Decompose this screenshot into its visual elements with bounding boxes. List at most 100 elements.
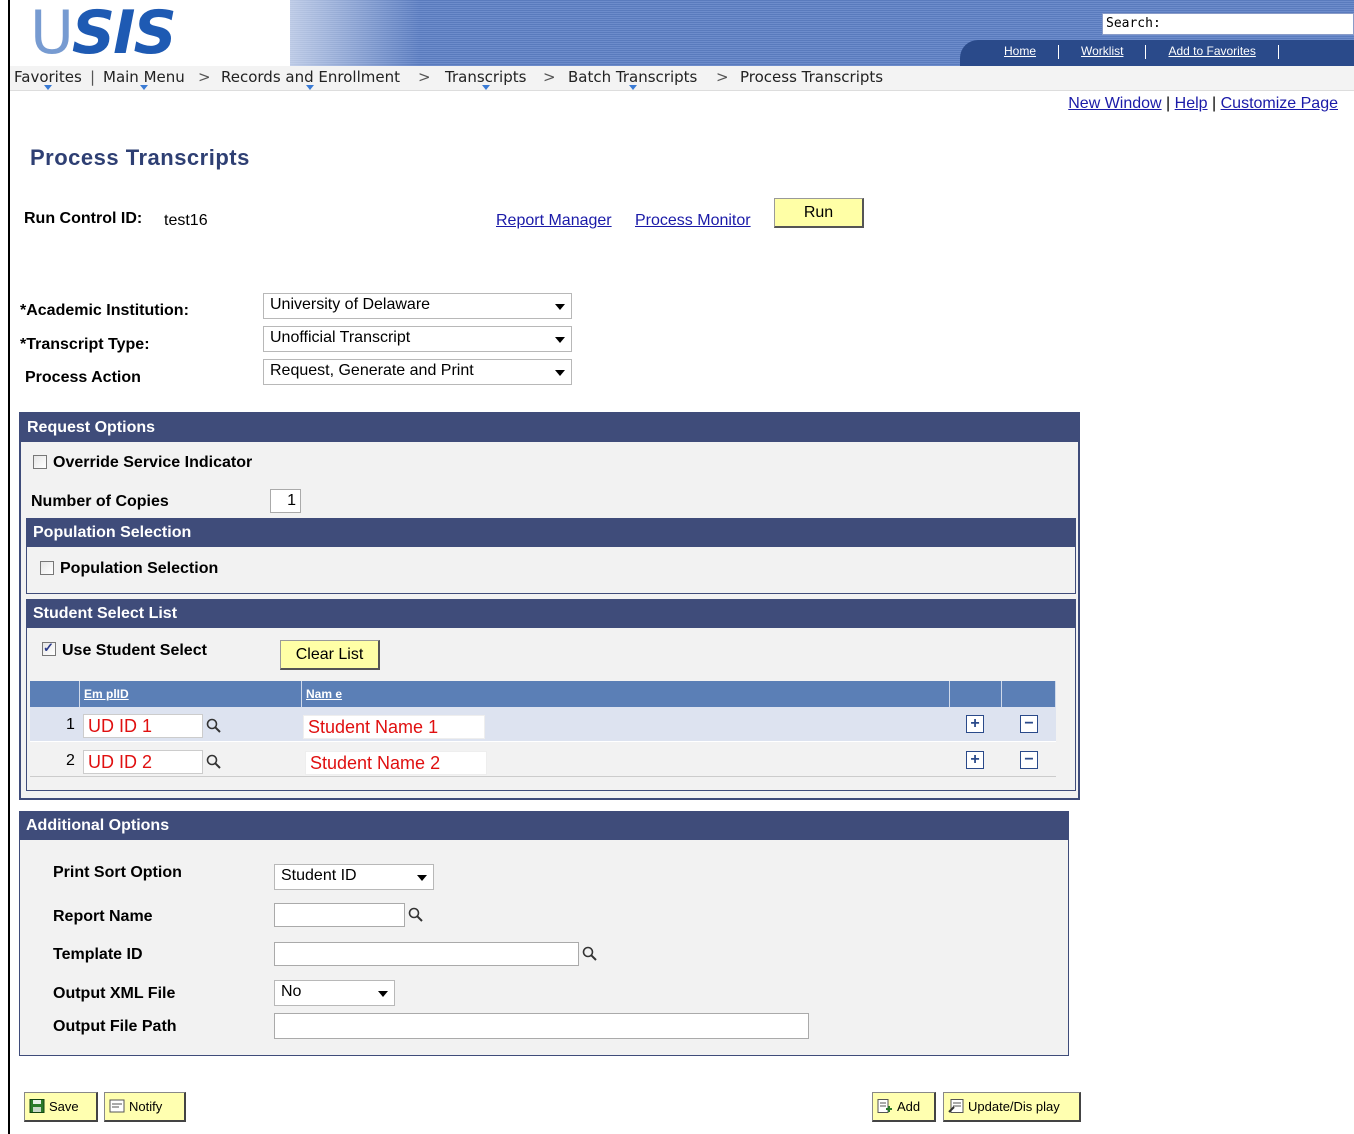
chevron-down-icon <box>306 85 315 90</box>
output-xml-select[interactable]: No <box>274 980 395 1006</box>
run-control-value: test16 <box>164 212 208 229</box>
student-select-header: Student Select List <box>27 600 1075 628</box>
dropdown-arrow-icon <box>378 991 388 997</box>
emplid-column-header[interactable]: Em plID <box>80 681 302 707</box>
delete-row-minus-icon[interactable]: − <box>1020 751 1038 769</box>
run-control-label: Run Control ID: <box>24 210 143 227</box>
student-grid-header: Em plID Nam e <box>30 681 1056 707</box>
lookup-magnifier-icon[interactable] <box>206 718 222 734</box>
add-to-favorites-link[interactable]: Add to Favorites <box>1168 44 1255 58</box>
use-student-select-label: Use Student Select <box>62 642 207 659</box>
row-number: 2 <box>66 752 75 769</box>
add-row-plus-icon[interactable]: + <box>966 715 984 733</box>
worklist-link[interactable]: Worklist <box>1081 44 1123 58</box>
emplid-input[interactable]: UD ID 2 <box>83 750 203 774</box>
logo-prefix: U <box>30 0 74 68</box>
header-links: Home Worklist Add to Favorites <box>990 44 1301 59</box>
override-service-indicator-checkbox[interactable] <box>33 455 47 469</box>
dropdown-arrow-icon <box>555 370 565 376</box>
additional-options-header: Additional Options <box>20 812 1068 840</box>
row-number: 1 <box>66 716 75 733</box>
lookup-magnifier-icon[interactable] <box>408 907 424 923</box>
student-name-value: Student Name 2 <box>305 751 487 775</box>
add-document-icon <box>877 1095 893 1113</box>
breadcrumb-transcripts[interactable]: Transcripts <box>445 68 526 90</box>
save-disk-icon <box>29 1095 45 1113</box>
academic-institution-select[interactable]: University of Delaware <box>263 293 572 319</box>
name-column-header[interactable]: Nam e <box>302 681 950 707</box>
print-sort-select[interactable]: Student ID <box>274 864 434 890</box>
output-file-path-input[interactable] <box>274 1013 809 1039</box>
template-id-input[interactable] <box>274 942 579 966</box>
use-student-select-checkbox[interactable] <box>42 640 56 656</box>
breadcrumb-records-enrollment[interactable]: Records and Enrollment <box>221 68 400 90</box>
breadcrumb-separator: > <box>418 68 431 86</box>
report-manager-link[interactable]: Report Manager <box>496 212 612 230</box>
lookup-magnifier-icon[interactable] <box>582 946 598 962</box>
template-id-label: Template ID <box>53 946 143 963</box>
run-button[interactable]: Run <box>774 198 864 228</box>
link-separator <box>1145 44 1147 59</box>
help-link[interactable]: Help <box>1175 95 1208 112</box>
transcript-type-label: *Transcript Type: <box>20 336 150 353</box>
transcript-type-select[interactable]: Unofficial Transcript <box>263 326 572 352</box>
report-name-input[interactable] <box>274 903 405 927</box>
academic-institution-label: *Academic Institution: <box>20 302 189 319</box>
update-display-icon <box>948 1095 964 1113</box>
delete-row-minus-icon[interactable]: − <box>1020 715 1038 733</box>
breadcrumb: Favorites | Main Menu > Records and Enro… <box>10 66 1354 91</box>
breadcrumb-separator: > <box>543 68 556 86</box>
breadcrumb-process-transcripts: Process Transcripts <box>740 68 884 86</box>
dropdown-arrow-icon <box>555 304 565 310</box>
breadcrumb-batch-transcripts[interactable]: Batch Transcripts <box>568 68 697 90</box>
chevron-down-icon <box>481 85 490 90</box>
breadcrumb-separator: > <box>716 68 729 86</box>
number-of-copies-input[interactable]: 1 <box>270 489 301 513</box>
save-button[interactable]: Save <box>24 1092 98 1122</box>
banner-fade <box>200 0 420 66</box>
delete-column-header <box>1002 681 1056 707</box>
request-options-header: Request Options <box>21 414 1078 442</box>
table-row: 2 UD ID 2 Student Name 2 + − <box>30 742 1056 777</box>
population-selection-panel: Population Selection <box>26 518 1076 594</box>
home-link[interactable]: Home <box>1004 44 1036 58</box>
logo-text: SIS <box>71 0 177 68</box>
clear-list-button[interactable]: Clear List <box>280 640 380 670</box>
output-file-path-label: Output File Path <box>53 1018 177 1035</box>
link-separator <box>1277 44 1279 59</box>
dropdown-arrow-icon <box>417 875 427 881</box>
emplid-input[interactable]: UD ID 1 <box>83 714 203 738</box>
number-of-copies-label: Number of Copies <box>31 493 169 510</box>
page-title: Process Transcripts <box>30 145 250 170</box>
add-column-header <box>950 681 1002 707</box>
chevron-down-icon <box>43 85 52 90</box>
add-row-plus-icon[interactable]: + <box>966 751 984 769</box>
process-action-label: Process Action <box>25 369 141 386</box>
udsis-logo: USIS <box>30 2 177 64</box>
notify-button[interactable]: Notify <box>104 1092 186 1122</box>
notify-icon <box>109 1095 125 1113</box>
breadcrumb-divider: | <box>90 68 96 86</box>
report-name-label: Report Name <box>53 908 153 925</box>
dropdown-arrow-icon <box>555 337 565 343</box>
print-sort-label: Print Sort Option <box>53 864 182 881</box>
breadcrumb-favorites[interactable]: Favorites <box>14 68 82 90</box>
update-display-button[interactable]: Update/Dis play <box>943 1092 1081 1122</box>
page-links: New Window | Help | Customize Page <box>1068 95 1338 112</box>
override-service-indicator-label: Override Service Indicator <box>53 454 253 471</box>
breadcrumb-main-menu[interactable]: Main Menu <box>103 68 185 90</box>
output-xml-label: Output XML File <box>53 985 176 1002</box>
process-monitor-link[interactable]: Process Monitor <box>635 212 751 230</box>
chevron-down-icon <box>628 85 637 90</box>
customize-page-link[interactable]: Customize Page <box>1221 95 1338 112</box>
new-window-link[interactable]: New Window <box>1068 95 1161 112</box>
population-selection-checkbox[interactable] <box>40 561 54 575</box>
table-row: 1 UD ID 1 Student Name 1 + − <box>30 707 1056 742</box>
lookup-magnifier-icon[interactable] <box>206 754 222 770</box>
search-field[interactable]: Search: <box>1102 13 1354 35</box>
grid-row-number-header <box>30 681 80 707</box>
breadcrumb-separator: > <box>198 68 211 86</box>
chevron-down-icon <box>139 85 148 90</box>
add-button[interactable]: Add <box>872 1092 936 1122</box>
process-action-select[interactable]: Request, Generate and Print <box>263 359 572 385</box>
